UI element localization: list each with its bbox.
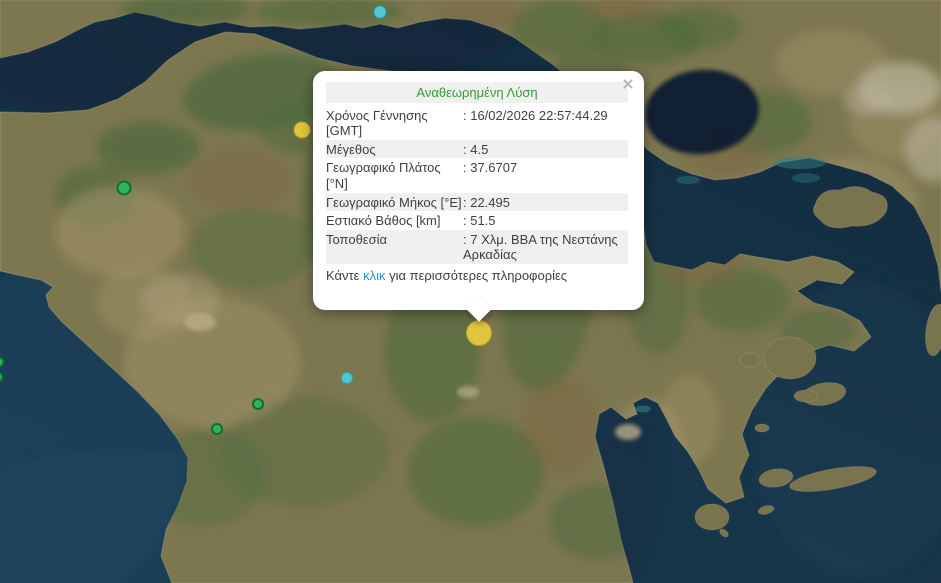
earthquake-marker[interactable] bbox=[117, 181, 132, 196]
info-row-origin-time: Χρόνος Γέννησης [GMT] : 16/02/2026 22:57… bbox=[326, 106, 628, 140]
row-value: : 51.5 bbox=[463, 213, 628, 229]
more-info-link[interactable]: κλικ bbox=[363, 268, 385, 283]
footer-text: για περισσότερες πληροφορίες bbox=[385, 268, 567, 283]
earthquake-marker[interactable] bbox=[0, 372, 4, 383]
row-label: Γεωγραφικό Μήκος [°E] bbox=[326, 195, 463, 211]
earthquake-marker[interactable] bbox=[0, 357, 5, 368]
row-label: Γεωγραφικό Πλάτος [°N] bbox=[326, 160, 463, 191]
earthquake-info-popup: × Αναθεωρημένη Λύση Χρόνος Γέννησης [GMT… bbox=[313, 71, 644, 310]
earthquake-marker[interactable] bbox=[341, 372, 353, 384]
earthquake-marker[interactable] bbox=[466, 320, 492, 346]
info-row-location: Τοποθεσία : 7 Χλμ. ΒΒΑ της Νεστάνης Αρκα… bbox=[326, 230, 628, 264]
popup-title: Αναθεωρημένη Λύση bbox=[326, 82, 628, 103]
row-value: : 16/02/2026 22:57:44.29 bbox=[463, 108, 628, 139]
earthquake-marker[interactable] bbox=[252, 398, 264, 410]
row-value: : 37.6707 bbox=[463, 160, 628, 191]
earthquake-marker[interactable] bbox=[211, 423, 223, 435]
footer-text: Κάντε bbox=[326, 268, 363, 283]
row-value: : 22.495 bbox=[463, 195, 628, 211]
row-label: Χρόνος Γέννησης [GMT] bbox=[326, 108, 463, 139]
info-row-magnitude: Μέγεθος : 4.5 bbox=[326, 140, 628, 159]
earthquake-marker[interactable] bbox=[374, 6, 387, 19]
row-label: Τοποθεσία bbox=[326, 232, 463, 263]
row-label: Εστιακό Βάθος [km] bbox=[326, 213, 463, 229]
earthquake-marker[interactable] bbox=[294, 122, 311, 139]
row-value: : 7 Χλμ. ΒΒΑ της Νεστάνης Αρκαδίας bbox=[463, 232, 628, 263]
close-icon[interactable]: × bbox=[621, 77, 635, 91]
row-label: Μέγεθος bbox=[326, 142, 463, 158]
popup-footer: Κάντε κλικ για περισσότερες πληροφορίες bbox=[326, 268, 628, 284]
info-row-latitude: Γεωγραφικό Πλάτος [°N] : 37.6707 bbox=[326, 158, 628, 192]
info-row-longitude: Γεωγραφικό Μήκος [°E] : 22.495 bbox=[326, 193, 628, 212]
info-row-depth: Εστιακό Βάθος [km] : 51.5 bbox=[326, 211, 628, 230]
map-viewport: { "window": { "width": 941, "height": 58… bbox=[0, 0, 941, 583]
row-value: : 4.5 bbox=[463, 142, 628, 158]
